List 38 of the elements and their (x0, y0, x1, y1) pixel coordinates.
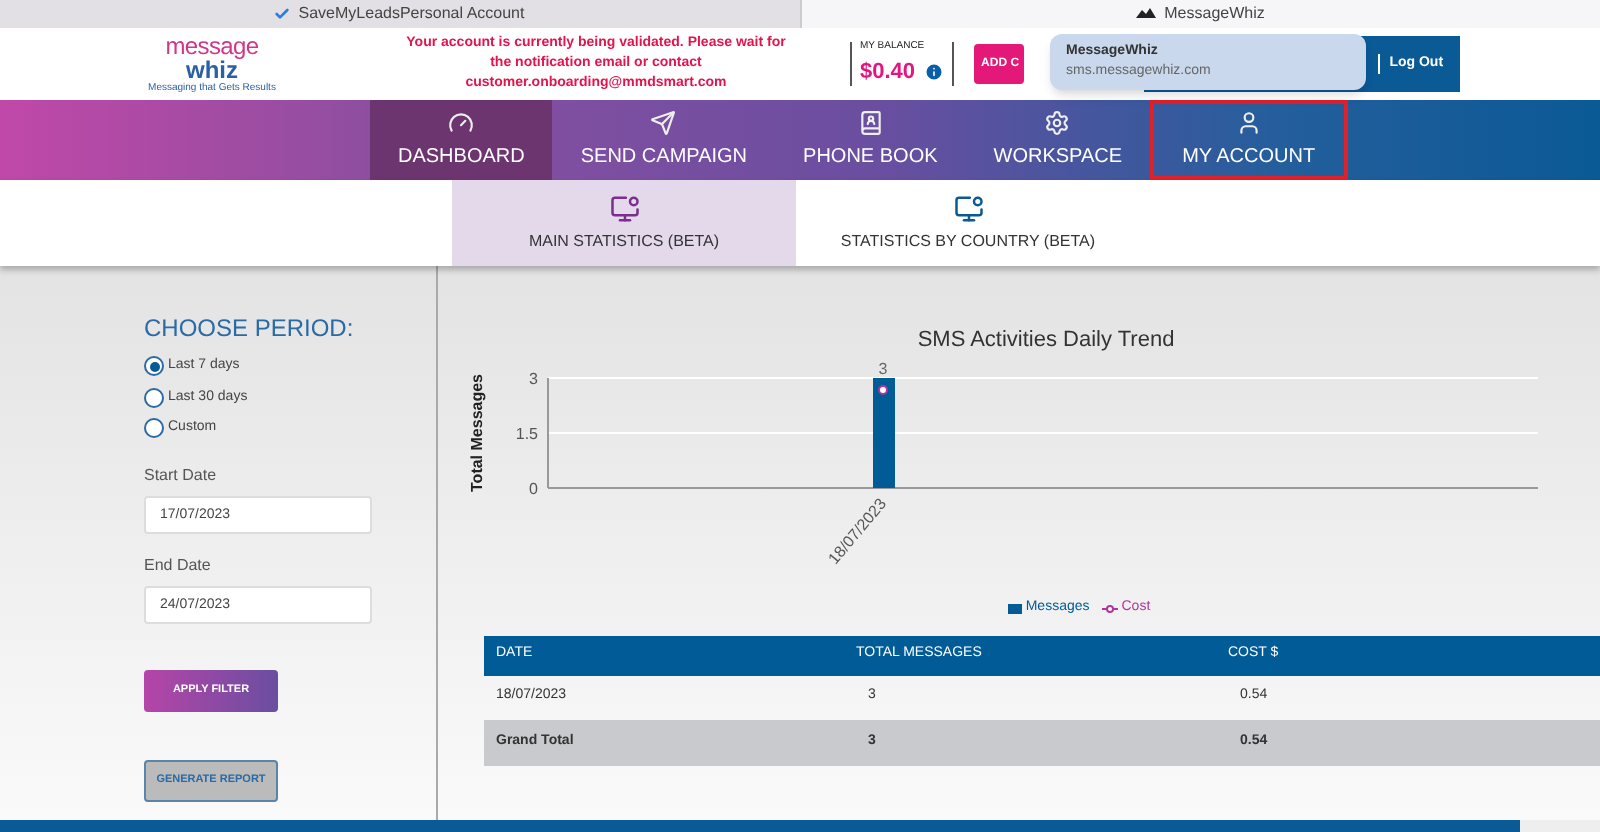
legend-marker (1101, 603, 1118, 614)
data-label: 3 (878, 360, 888, 378)
stats-tab[interactable]: MAIN STATISTICS (BETA) (452, 180, 796, 266)
monitor-icon (609, 193, 639, 223)
field-label: Start Date (144, 463, 217, 487)
gear-icon (1044, 109, 1071, 135)
nav-tab[interactable]: MY ACCOUNT (1150, 100, 1348, 180)
tab-title: MessageWhiz (1164, 2, 1265, 26)
y-tick-label: 3 (529, 370, 538, 388)
monitor-icon (953, 193, 983, 223)
nav-tab[interactable]: SEND CAMPAIGN (552, 100, 776, 180)
stats-tab[interactable]: STATISTICS BY COUNTRY (BETA) (796, 180, 1140, 266)
nav-tab[interactable]: WORKSPACE (965, 100, 1151, 180)
radio-button[interactable] (144, 418, 164, 439)
radio-button[interactable] (144, 387, 164, 408)
section-title: CHOOSE PERIOD: (144, 312, 354, 346)
nav-tab[interactable]: DASHBOARD (370, 100, 553, 180)
cost-marker (878, 385, 888, 395)
logo-text: message (165, 34, 259, 58)
bar (873, 378, 895, 488)
user-icon (1235, 109, 1262, 135)
field-label: End Date (144, 553, 211, 577)
contact-book-icon (857, 109, 884, 135)
y-tick-label: 1.5 (515, 425, 538, 443)
info-icon[interactable] (923, 61, 944, 82)
tab-title: SaveMyLeadsPersonal Account (298, 2, 525, 26)
y-axis-label: Total Messages (468, 374, 486, 492)
chart-title: SMS Activities Daily Trend (917, 328, 1175, 352)
balance-amount: $0.40 (860, 57, 916, 87)
browser-tab[interactable]: MessageWhiz (801, 0, 1600, 28)
paper-plane-icon (650, 109, 677, 135)
gauge-icon (448, 109, 475, 135)
y-tick-label: 0 (529, 480, 538, 498)
legend-swatch (1007, 603, 1022, 614)
nav-tab[interactable]: PHONE BOOK (775, 100, 966, 180)
logo-text: whiz (186, 58, 238, 82)
radio-button[interactable] (144, 356, 164, 377)
check-icon (274, 6, 291, 22)
